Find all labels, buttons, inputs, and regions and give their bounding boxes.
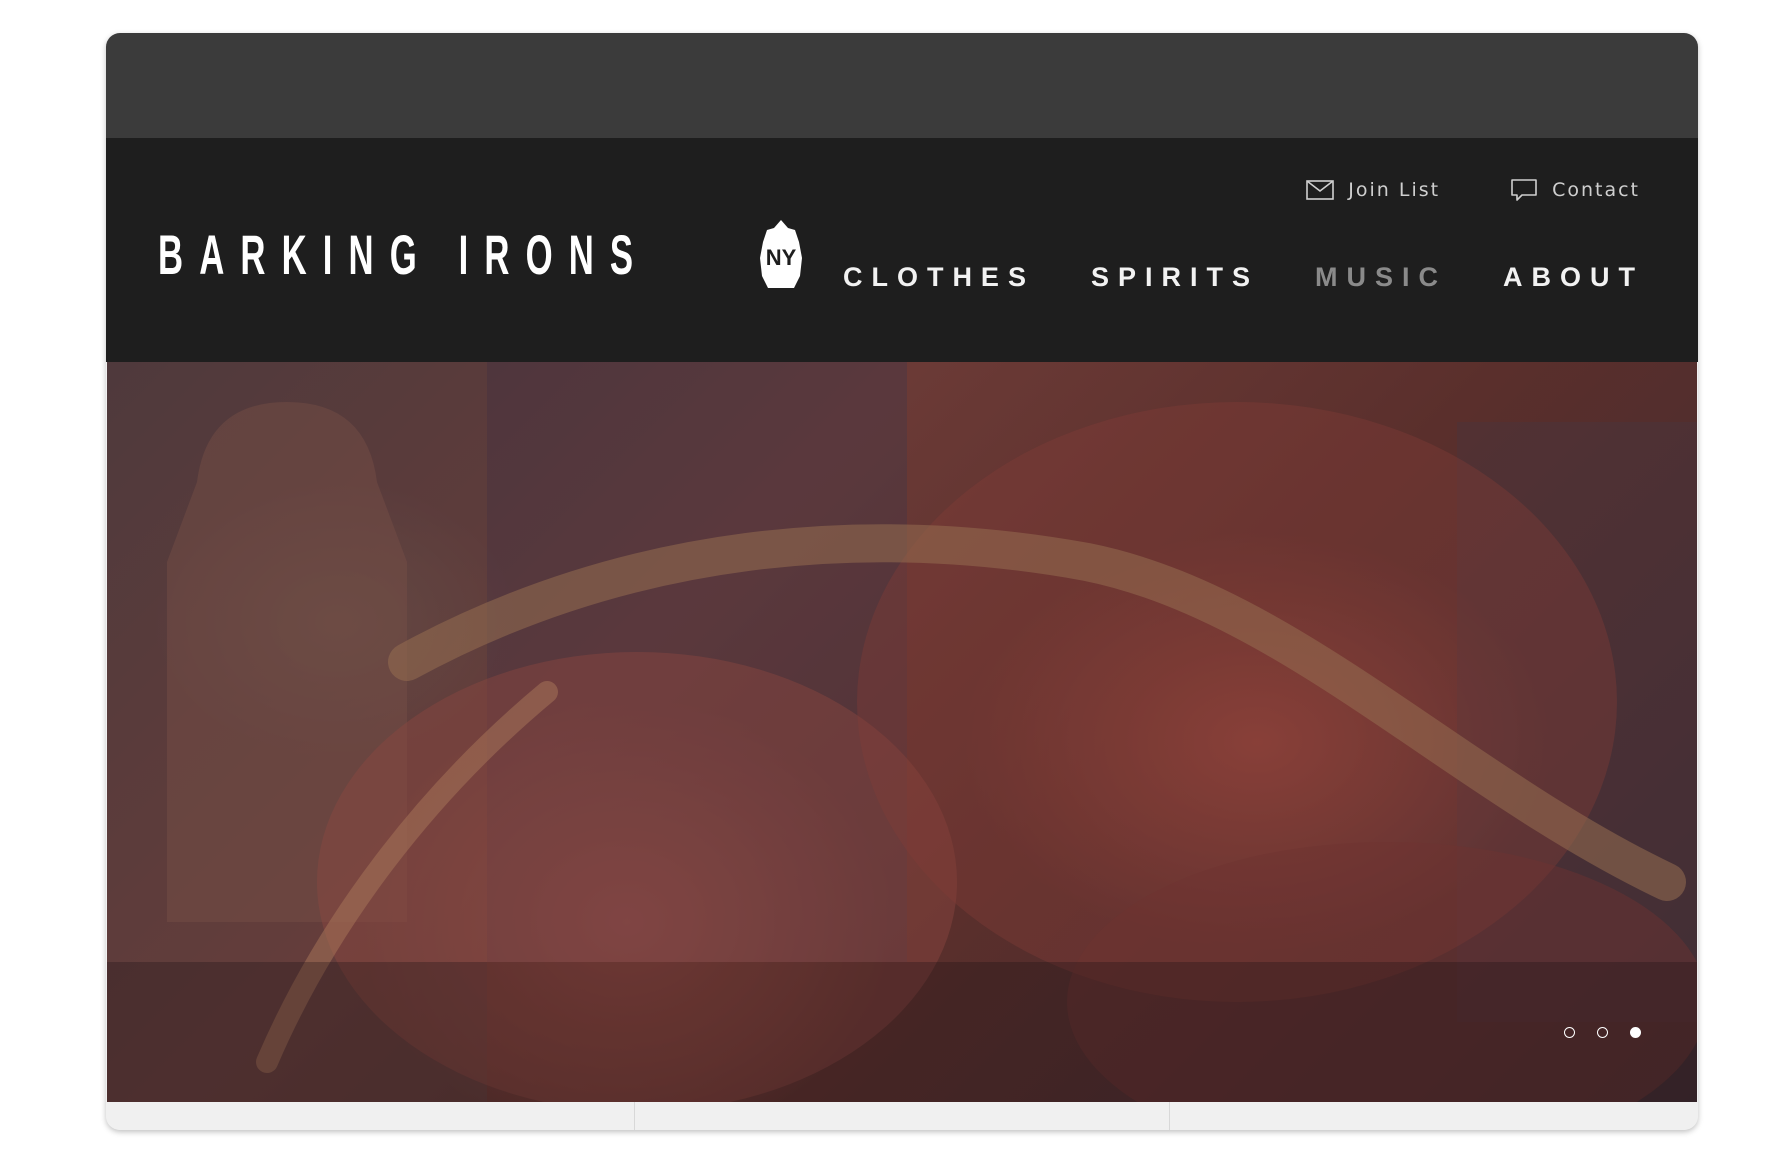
feature-tiles	[106, 1102, 1698, 1130]
top-bar	[106, 33, 1698, 138]
envelope-icon	[1306, 180, 1335, 200]
contact-link[interactable]: Contact	[1510, 178, 1640, 202]
ny-badge-icon: NY	[760, 220, 802, 288]
slide-dot-3[interactable]	[1630, 1027, 1641, 1038]
slide-indicators	[1564, 1027, 1641, 1038]
tile-divider	[634, 1102, 635, 1130]
utility-links: Join List Contact	[1306, 178, 1640, 202]
browser-frame: Join List Contact BARKING IRONS NY CLOTH…	[106, 33, 1698, 1130]
slide-dot-2[interactable]	[1597, 1027, 1608, 1038]
tile-divider	[1169, 1102, 1170, 1130]
join-list-link[interactable]: Join List	[1306, 179, 1440, 201]
nav-music[interactable]: MUSIC	[1315, 262, 1447, 293]
ny-badge-label: NY	[766, 245, 797, 270]
speech-bubble-icon	[1511, 179, 1537, 201]
hero-slideshow[interactable]	[107, 362, 1697, 1102]
join-list-label: Join List	[1348, 179, 1441, 201]
nav-about[interactable]: ABOUT	[1503, 262, 1644, 293]
nav-spirits[interactable]: SPIRITS	[1091, 262, 1259, 293]
site-header: Join List Contact BARKING IRONS NY CLOTH…	[106, 138, 1698, 362]
slide-dot-1[interactable]	[1564, 1027, 1575, 1038]
logo-text: BARKING IRONS	[158, 223, 650, 286]
main-nav: CLOTHES SPIRITS MUSIC ABOUT	[843, 262, 1644, 293]
hero-image	[107, 362, 1697, 1102]
contact-label: Contact	[1552, 179, 1640, 201]
nav-clothes[interactable]: CLOTHES	[843, 262, 1035, 293]
